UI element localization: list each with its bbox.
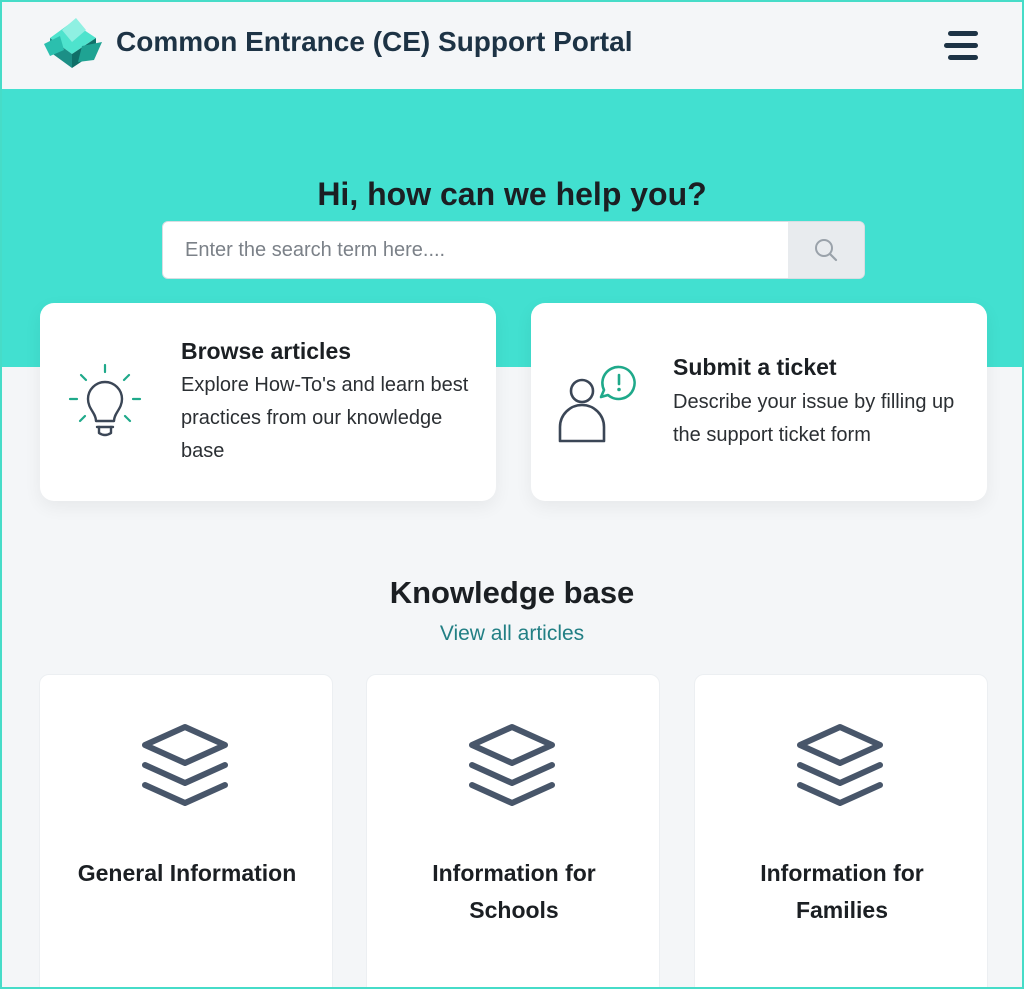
category-card-information-for-families[interactable]: Information for Families: [694, 674, 988, 989]
hero-title: Hi, how can we help you?: [317, 176, 707, 212]
submit-ticket-title: Submit a ticket: [673, 354, 837, 380]
site-header: Common Entrance (CE) Support Portal: [2, 2, 1022, 89]
submit-ticket-card[interactable]: Submit a ticket Describe your issue by f…: [531, 303, 987, 501]
layers-icon: [797, 724, 883, 806]
search-button[interactable]: [788, 222, 864, 278]
portal-logo-icon[interactable]: [42, 16, 104, 72]
browse-articles-card[interactable]: Browse articles Explore How-To's and lea…: [40, 303, 496, 501]
portal-title[interactable]: Common Entrance (CE) Support Portal: [116, 26, 632, 58]
category-card-information-for-schools[interactable]: Information for Schools: [366, 674, 660, 989]
view-all-articles-link[interactable]: View all articles: [0, 622, 1024, 646]
user-alert-icon: [558, 365, 636, 443]
knowledge-base-title: Knowledge base: [389, 575, 635, 610]
lightbulb-icon: [68, 363, 142, 437]
search-icon: [815, 239, 838, 262]
category-label: Information for Families: [760, 860, 924, 923]
category-label: Information for Schools: [432, 860, 596, 923]
layers-icon: [469, 724, 555, 806]
submit-ticket-description: Describe your issue by filling up the su…: [673, 391, 955, 446]
category-card-general-information[interactable]: General Information: [39, 674, 333, 989]
layers-icon: [142, 724, 228, 806]
browse-articles-title: Browse articles: [181, 338, 352, 364]
hamburger-menu-icon[interactable]: [940, 28, 984, 64]
category-label: General Information: [77, 860, 297, 886]
search-input[interactable]: [163, 222, 788, 278]
search-bar: [162, 221, 865, 279]
browse-articles-description: Explore How-To's and learn best practice…: [181, 374, 469, 462]
